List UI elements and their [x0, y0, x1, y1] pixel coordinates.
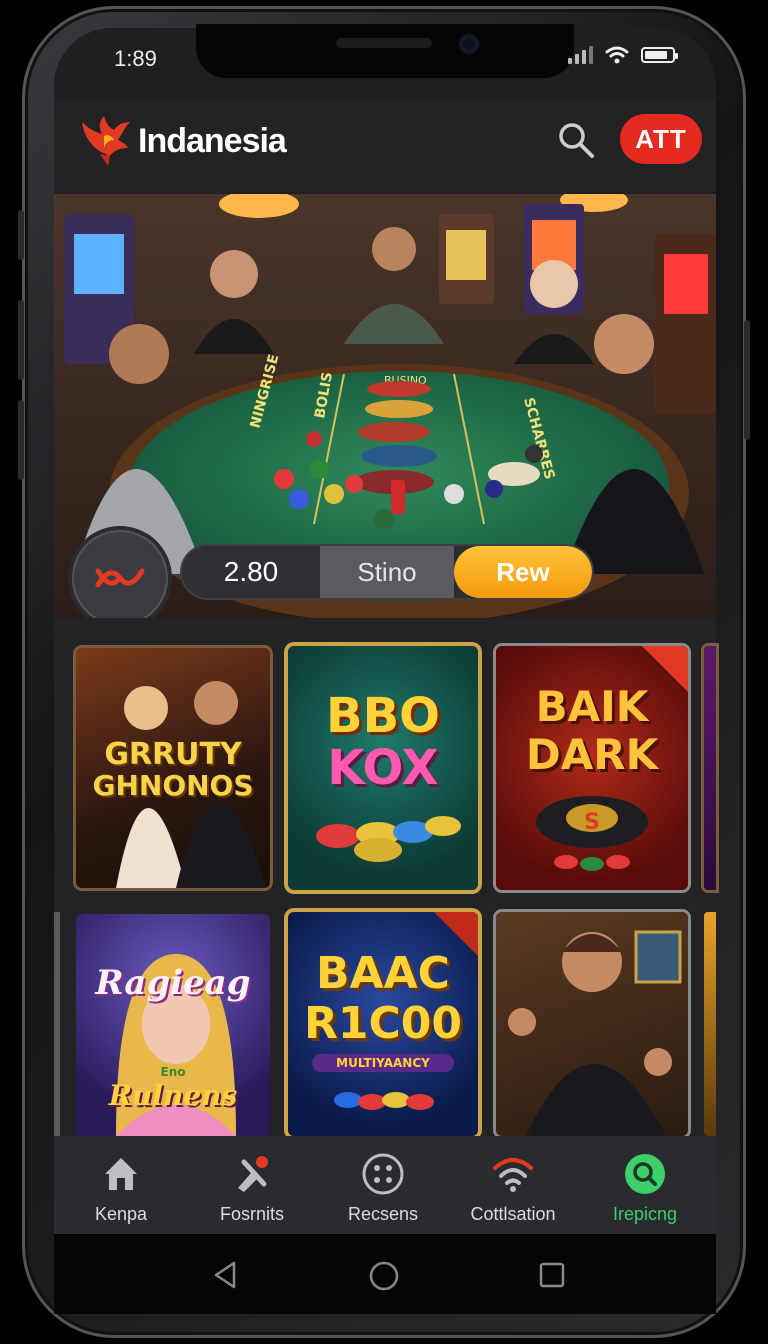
game-title-line1: BBO: [326, 688, 440, 744]
game-tile[interactable]: GRRUTY GHNONOS: [76, 648, 270, 888]
bottom-nav: Kenpa Fosrnits Recsens Cottlsation Irepi…: [54, 1136, 716, 1234]
review-button[interactable]: Rew: [454, 546, 592, 598]
recents-icon[interactable]: [538, 1261, 566, 1289]
nav-label: Kenpa: [94, 1204, 148, 1224]
game-subtitle: MULTIYAANCY: [312, 1054, 454, 1072]
nav-item-irepicng[interactable]: Irepicng: [580, 1136, 710, 1234]
tools-icon: [238, 1156, 268, 1192]
game-title-line2: R1C00: [303, 998, 463, 1049]
earpiece: [336, 38, 432, 48]
status-time: 1:89: [114, 46, 157, 71]
volume-up-button: [18, 300, 24, 380]
game-title-line1: BAAC: [316, 948, 450, 999]
search-icon[interactable]: [556, 120, 596, 160]
signal-icon: [568, 46, 593, 64]
game-title-line2: KOX: [327, 740, 439, 796]
game-title-line1: Ragieag: [95, 963, 251, 1003]
chips-art: [334, 1092, 434, 1110]
game-tile[interactable]: BBO KOX: [288, 646, 478, 890]
att-button[interactable]: ATT: [620, 114, 702, 164]
bet-control: 2.80 Stino Rew: [182, 546, 592, 598]
game-tile[interactable]: [496, 912, 688, 1136]
home-circle-icon[interactable]: [368, 1260, 400, 1292]
wifi-icon: [493, 1158, 533, 1192]
bet-mode-button[interactable]: Stino: [320, 546, 454, 598]
grid-dots-icon: [362, 1153, 404, 1195]
game-title-line2: Rulnens: [108, 1079, 238, 1112]
status-icons: [568, 46, 678, 64]
game-title-line1: GRRUTY: [104, 737, 242, 772]
brand-title: Indanesia: [138, 122, 287, 160]
game-tag: Eno: [160, 1065, 186, 1079]
phoenix-logo-icon: [82, 116, 130, 166]
game-title-line1: BAIK: [535, 682, 649, 731]
chips-art: [316, 816, 461, 862]
game-tile-partial[interactable]: [704, 646, 716, 890]
bet-value[interactable]: 2.80: [182, 546, 320, 598]
game-tile-partial[interactable]: [704, 912, 716, 1136]
volume-down-button: [18, 400, 24, 480]
nav-item-recsens[interactable]: Recsens: [318, 1136, 448, 1234]
game-tile-partial[interactable]: [54, 912, 60, 1136]
system-navigation: [54, 1234, 716, 1314]
nav-item-fosrnits[interactable]: Fosrnits: [187, 1136, 317, 1234]
game-tile-art: [508, 930, 682, 1136]
notch: [196, 24, 574, 78]
game-tile[interactable]: BAIK DARK S: [496, 646, 688, 890]
nav-item-home[interactable]: Kenpa: [56, 1136, 186, 1234]
home-icon: [105, 1158, 137, 1190]
battery-icon: [641, 47, 678, 63]
power-button: [744, 320, 750, 440]
nav-label-active: Irepicng: [612, 1204, 678, 1224]
back-icon[interactable]: [212, 1260, 240, 1290]
game-title-line2: GHNONOS: [92, 769, 254, 802]
swap-icon: [95, 568, 145, 588]
game-tile[interactable]: BAAC R1C00 MULTIYAANCY: [288, 912, 478, 1136]
game-title-line2: DARK: [525, 730, 659, 779]
front-camera: [459, 34, 479, 54]
wifi-status-icon: [605, 46, 629, 64]
mute-switch: [18, 210, 24, 260]
nav-item-cottlsation[interactable]: Cottlsation: [448, 1136, 578, 1234]
hero-close-button[interactable]: [72, 530, 168, 626]
nav-label: Recsens: [347, 1204, 419, 1224]
search-badge-icon: [625, 1154, 665, 1194]
chip-label: S: [584, 810, 600, 835]
game-tile[interactable]: Ragieag Eno Rulnens: [76, 914, 270, 1136]
app-header: Indanesia ATT: [54, 100, 716, 192]
nav-label: Fosrnits: [219, 1204, 284, 1224]
nav-label: Cottlsation: [470, 1204, 556, 1224]
